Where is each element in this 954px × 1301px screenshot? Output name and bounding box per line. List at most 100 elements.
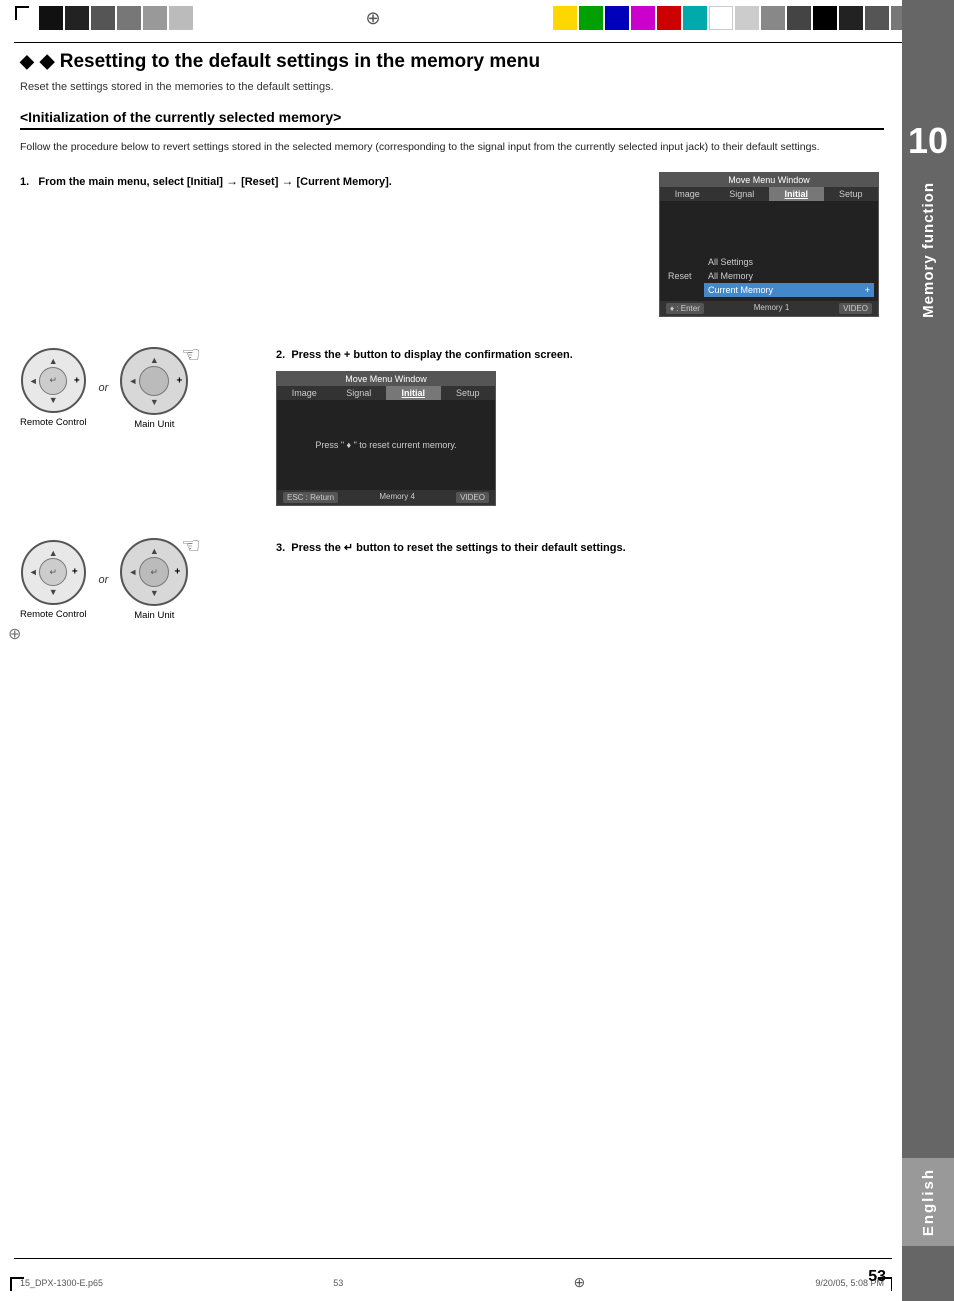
step3-finger-icon: ☞	[181, 533, 201, 559]
step3-main-unit-label: Main Unit	[134, 610, 174, 621]
menu2-tab-image: Image	[277, 386, 332, 400]
main-unit-down: ▼	[150, 397, 159, 407]
menu1-reset-label: Reset	[664, 269, 704, 283]
step2-right: 2. Press the + button to display the con…	[276, 337, 884, 507]
step3-remote-up: ▲	[49, 548, 58, 558]
bottom-crosshair-icon: ⊕	[573, 1274, 585, 1291]
sidebar-language-label: English	[920, 1168, 937, 1236]
menu2-title: Move Menu Window	[277, 372, 495, 386]
bottom-left-corner	[10, 1277, 24, 1291]
footer-page-center: 53	[333, 1278, 343, 1288]
page-footer: 15_DPX-1300-E.p65 53 ⊕ 9/20/05, 5:08 PM	[20, 1274, 884, 1291]
step3-main-plus: +	[174, 567, 180, 578]
step3-instruction: 3. Press the ↵ button to reset the setti…	[276, 530, 884, 557]
step3-remote-label: Remote Control	[20, 609, 87, 620]
page-number: 53	[868, 1268, 886, 1286]
main-unit-left: ◄	[128, 376, 137, 386]
section-heading: <Initialization of the currently selecte…	[20, 109, 884, 130]
menu2-footer: ESC : Return Memory 4 VIDEO	[277, 490, 495, 505]
main-unit-wrapper: ▲ ▼ ◄ + ☞	[120, 347, 188, 415]
right-sidebar: 10 Memory function English	[902, 0, 954, 1301]
menu1-item-all-settings: All Settings	[704, 255, 874, 269]
menu1-body: Reset All Settings All Memory Current Me…	[660, 201, 878, 301]
menu1-items: All Settings All Memory Current Memory +	[704, 255, 874, 297]
menu1-tab-image: Image	[660, 187, 715, 201]
menu1-tab-initial: Initial	[769, 187, 824, 201]
menu1-title: Move Menu Window	[660, 173, 878, 187]
step2-remote-label: Remote Control	[20, 417, 87, 428]
step3-main-enter: ↵	[139, 557, 169, 587]
menu1-footer-video: VIDEO	[839, 303, 872, 314]
sidebar-chapter-number: 10	[908, 120, 948, 162]
remote-circle: ▲ ▼ ◄ ↵ +	[21, 348, 86, 413]
remote-left-arrow: ◄	[29, 376, 38, 386]
sidebar-section-label: Memory function	[920, 182, 937, 318]
step3-remote-plus: +	[72, 567, 78, 578]
diamond-icon: ◆	[20, 51, 34, 72]
section-intro: Follow the procedure below to revert set…	[20, 140, 884, 156]
step2-container: ▲ ▼ ◄ ↵ + Remote Control or	[20, 337, 884, 507]
step3-container: ▲ ▼ ◄ ↵ + Remote Control or	[20, 530, 884, 627]
step2-main-unit: ▲ ▼ ◄ + ☞ Main Unit	[120, 347, 188, 430]
step2-or-text: or	[99, 382, 109, 394]
menu2-confirm-body: Press " ♦ " to reset current memory.	[277, 400, 495, 490]
step2-main-unit-label: Main Unit	[134, 419, 174, 430]
step3-main-up: ▲	[150, 546, 159, 556]
main-unit-enter	[139, 366, 169, 396]
menu1-footer: ♦ : Enter Memory 1 VIDEO	[660, 301, 878, 316]
menu2-footer-video: VIDEO	[456, 492, 489, 503]
step2-controls-row: ▲ ▼ ◄ ↵ + Remote Control or	[20, 347, 188, 430]
finger-icon: ☞	[181, 342, 201, 368]
menu2-tab-setup: Setup	[441, 386, 496, 400]
page-title: ◆ ◆ Resetting to the default settings in…	[20, 50, 884, 73]
step3-controls: ▲ ▼ ◄ ↵ + Remote Control or	[20, 530, 260, 627]
menu1-tab-signal: Signal	[715, 187, 770, 201]
bottom-border	[14, 1258, 892, 1259]
step2-controls: ▲ ▼ ◄ ↵ + Remote Control or	[20, 337, 260, 436]
step2-instruction: 2. Press the + button to display the con…	[276, 337, 884, 364]
menu2-footer-esc: ESC : Return	[283, 492, 338, 503]
step1-left: 1. From the main menu, select [Initial] …	[20, 172, 643, 195]
main-unit-circle: ▲ ▼ ◄ +	[120, 347, 188, 415]
main-content: ◆ ◆ Resetting to the default settings in…	[20, 50, 884, 1251]
step1-instruction: From the main menu, select [Initial] → […	[38, 176, 391, 188]
menu2-footer-memory: Memory 4	[379, 492, 415, 503]
step3-right: 3. Press the ↵ button to reset the setti…	[276, 530, 884, 557]
step3-main-left: ◄	[128, 567, 137, 577]
remote-plus-symbol: +	[74, 375, 80, 386]
remote-down-arrow: ▼	[49, 395, 58, 405]
step3-main-down: ▼	[150, 588, 159, 598]
step3-main-unit: ▲ ▼ ◄ ↵ + ☞ Main Unit	[120, 538, 188, 621]
step2-remote-control: ▲ ▼ ◄ ↵ + Remote Control	[20, 348, 87, 428]
top-border	[14, 42, 940, 43]
step1-menu-screenshot: Move Menu Window Image Signal Initial Se…	[659, 172, 884, 317]
menu2-tab-initial: Initial	[386, 386, 441, 400]
menu1-tab-setup: Setup	[824, 187, 879, 201]
step3-remote-left: ◄	[29, 567, 38, 577]
step3-remote-enter: ↵	[39, 558, 67, 586]
menu2-tabs: Image Signal Initial Setup	[277, 386, 495, 400]
page-subtitle: Reset the settings stored in the memorie…	[20, 81, 884, 93]
step2-menu-screenshot: Move Menu Window Image Signal Initial Se…	[276, 371, 496, 506]
menu1-tabs: Image Signal Initial Setup	[660, 187, 878, 201]
menu1-item-all-memory: All Memory	[704, 269, 874, 283]
menu1-footer-memory: Memory 1	[754, 303, 790, 314]
remote-enter-button: ↵	[39, 367, 67, 395]
step3-controls-row: ▲ ▼ ◄ ↵ + Remote Control or	[20, 538, 188, 621]
step3-main-unit-wrapper: ▲ ▼ ◄ ↵ + ☞	[120, 538, 188, 606]
step1-container: 1. From the main menu, select [Initial] …	[20, 172, 884, 317]
top-crosshair-icon: ⊕	[365, 8, 380, 29]
remote-up-arrow: ▲	[49, 356, 58, 366]
menu2-confirm-text: Press " ♦ " to reset current memory.	[315, 440, 456, 450]
main-unit-up: ▲	[150, 355, 159, 365]
footer-filename: 15_DPX-1300-E.p65	[20, 1278, 103, 1288]
step1-number: 1. From the main menu, select [Initial] …	[20, 172, 643, 191]
menu1-reset-row: Reset All Settings All Memory Current Me…	[664, 255, 874, 297]
step3-or-text: or	[99, 574, 109, 586]
step3-main-unit-circle: ▲ ▼ ◄ ↵ +	[120, 538, 188, 606]
step3-remote-control: ▲ ▼ ◄ ↵ + Remote Control	[20, 540, 87, 620]
menu1-item-current-memory: Current Memory +	[704, 283, 874, 297]
step3-remote-down: ▼	[49, 587, 58, 597]
menu2-tab-signal: Signal	[332, 386, 387, 400]
main-unit-plus: +	[176, 375, 182, 386]
